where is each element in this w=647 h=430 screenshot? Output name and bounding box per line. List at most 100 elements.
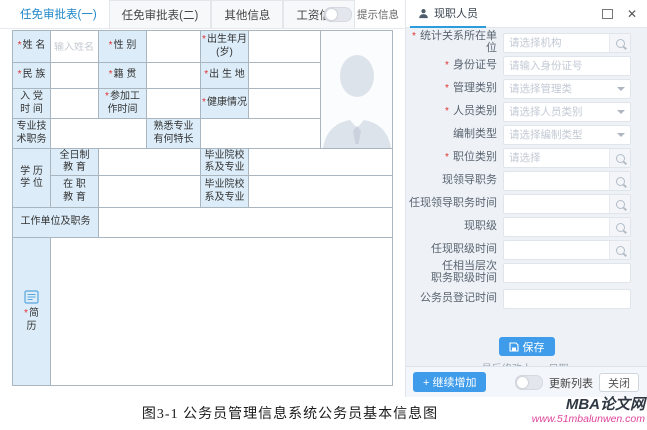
gender-value-cell[interactable] [147,31,201,63]
current-rank-field[interactable] [503,217,631,237]
current-rank-time-field[interactable] [503,240,631,260]
birthplace-label: *出 生 地 [201,63,249,89]
ethnicity-label: *民 族 [13,63,51,89]
unit-label: * 统计关系所在单位 [406,31,503,54]
establishment-type-select[interactable] [503,125,631,145]
panel-tab-current-staff[interactable]: 现职人员 [410,0,486,28]
party-time-value-cell[interactable] [51,89,99,119]
chevron-down-icon[interactable] [612,133,630,137]
registration-time-field[interactable] [503,289,631,309]
specialty-value-cell[interactable] [201,119,321,149]
equivalent-rank-time-label: 任相当层次 职务职级时间 [406,261,503,284]
panel-body: * 统计关系所在单位 * 身份证号 * 管理类别 [406,28,647,397]
person-icon [418,8,429,19]
birth-date-value-cell[interactable] [249,31,321,63]
work-unit-label: 工作单位及职务 [13,208,99,238]
equivalent-rank-time-input[interactable] [504,267,630,279]
search-icon[interactable] [609,34,630,52]
college-onjob-label: 毕业院校 系及专业 [201,176,249,208]
tab-appointment-form-2[interactable]: 任免审批表(二) [109,0,212,28]
current-rank-time-input[interactable] [504,244,609,256]
figure-caption: 图3-1 公务员管理信息系统公务员基本信息图 [0,403,580,423]
tip-info-toggle[interactable]: 提示信息 [324,0,399,28]
search-icon[interactable] [609,218,630,236]
work-start-label: *参加工 作时间 [99,89,147,119]
leader-post-time-field[interactable] [503,194,631,214]
continue-add-button[interactable]: + 继续增加 [413,372,486,392]
tab-bar: 任免审批表(一) 任免审批表(二) 其他信息 工资信息 提示信息 [0,0,405,29]
id-number-input[interactable] [504,60,630,72]
panel-title: 现职人员 [434,5,478,21]
resume-label-cell: *简 历 [13,238,51,386]
search-icon[interactable] [609,241,630,259]
college-fulltime-label: 毕业院校 系及专业 [201,149,249,176]
health-value-cell[interactable] [249,89,321,119]
tab-appointment-form-1[interactable]: 任免审批表(一) [8,0,109,28]
unit-field[interactable] [503,33,631,53]
onjob-edu-value-cell[interactable] [99,176,201,208]
registration-time-input[interactable] [504,293,630,305]
work-start-value-cell[interactable] [147,89,201,119]
resume-text-area[interactable] [51,238,393,386]
field-row-id-number: * 身份证号 [406,56,647,76]
close-panel-button[interactable]: 关闭 [599,373,639,392]
tech-title-value-cell[interactable] [51,119,147,149]
field-row-leader-post-time: 任现领导职务时间 [406,194,647,214]
chevron-down-icon[interactable] [612,87,630,91]
health-label: *健康情况 [201,89,249,119]
position-category-field[interactable] [503,148,631,168]
education-label: 学 历 学 位 [13,149,51,208]
field-row-person-category: * 人员类别 [406,102,647,122]
search-icon[interactable] [609,172,630,190]
person-category-select[interactable] [503,102,631,122]
mgmt-category-input[interactable] [504,83,612,95]
field-row-unit: * 统计关系所在单位 [406,33,647,53]
field-row-establishment-type: 编制类型 [406,125,647,145]
birth-date-label: *出生年月 (岁) [201,31,249,63]
fulltime-edu-value-cell[interactable] [99,149,201,176]
name-input[interactable] [53,42,98,53]
id-number-field[interactable] [503,56,631,76]
leader-post-input[interactable] [504,175,609,187]
current-rank-input[interactable] [504,221,609,233]
onjob-edu-label: 在 职 教 育 [51,176,99,208]
establishment-type-input[interactable] [504,129,612,141]
specialty-label: 熟悉专业 有何特长 [147,119,201,149]
tech-title-label: 专业技 术职务 [13,119,51,149]
position-category-label: * 职位类别 [406,152,503,164]
leader-post-field[interactable] [503,171,631,191]
person-category-input[interactable] [504,106,612,118]
equivalent-rank-time-field[interactable] [503,263,631,283]
college-onjob-value-cell[interactable] [249,176,393,208]
resume-label: *简 历 [24,308,39,333]
native-place-value-cell[interactable] [147,63,201,89]
search-icon[interactable] [609,195,630,213]
search-icon[interactable] [609,149,630,167]
current-staff-panel: 现职人员 ✕ * 统计关系所在单位 * 身份证号 [405,0,647,397]
position-category-input[interactable] [504,152,609,164]
window-controls: ✕ [602,0,637,28]
refresh-list-toggle[interactable] [515,375,543,390]
toggle-off-icon[interactable] [324,7,352,22]
close-icon[interactable]: ✕ [627,8,637,20]
leader-post-time-input[interactable] [504,198,609,210]
save-button[interactable]: 保存 [499,337,555,356]
name-input-cell[interactable] [51,31,99,63]
mgmt-category-label: * 管理类别 [406,83,503,95]
work-unit-value-cell[interactable] [99,208,393,238]
chevron-down-icon[interactable] [612,110,630,114]
maximize-icon[interactable] [602,9,613,19]
person-category-label: * 人员类别 [406,106,503,118]
mgmt-category-select[interactable] [503,79,631,99]
fulltime-edu-label: 全日制 教 育 [51,149,99,176]
photo-placeholder[interactable] [321,31,393,149]
app-window: 任免审批表(一) 任免审批表(二) 其他信息 工资信息 提示信息 *姓 名 *性… [0,0,647,430]
ethnicity-value-cell[interactable] [51,63,99,89]
leader-post-label: 现领导职务 [406,175,503,187]
tab-other-info[interactable]: 其他信息 [211,0,283,28]
native-place-label: *籍 贯 [99,63,147,89]
unit-input[interactable] [504,37,609,49]
college-fulltime-value-cell[interactable] [249,149,393,176]
birthplace-value-cell[interactable] [249,63,321,89]
panel-header: 现职人员 ✕ [406,0,647,28]
